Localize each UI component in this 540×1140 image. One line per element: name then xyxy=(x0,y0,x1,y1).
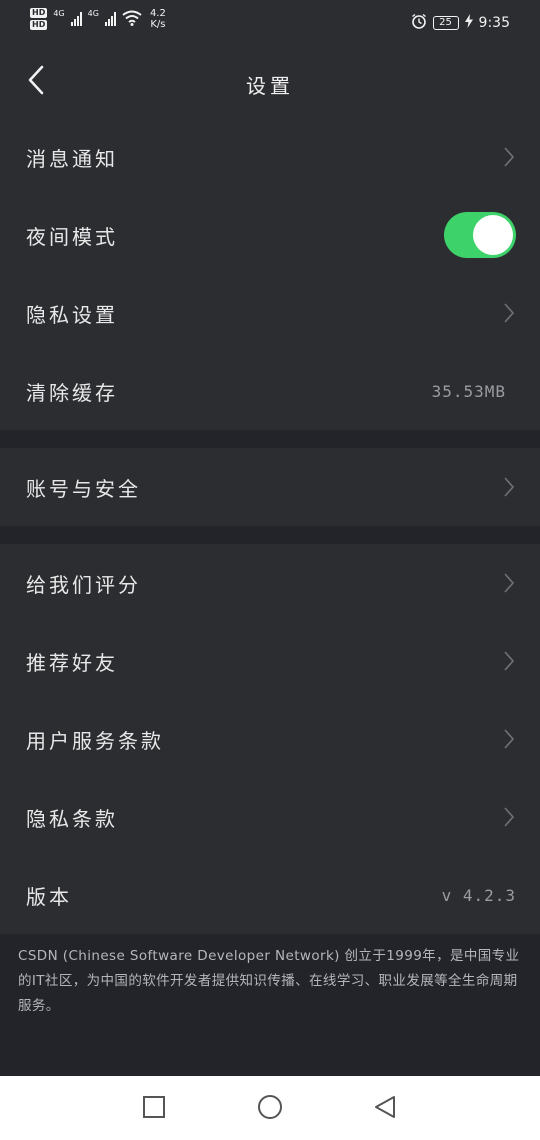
home-button[interactable] xyxy=(255,1094,285,1124)
row-label: 清除缓存 xyxy=(26,380,118,405)
chevron-right-icon xyxy=(502,302,516,324)
settings-row-user-terms[interactable]: 用户服务条款 xyxy=(0,700,540,778)
settings-group-account: 账号与安全 xyxy=(0,448,540,526)
charging-icon xyxy=(464,14,473,32)
network-type-1: 4G xyxy=(53,8,65,18)
chevron-right-icon xyxy=(502,146,516,168)
settings-row-version: 版本 v 4.2.3 xyxy=(0,856,540,934)
triangle-back-icon xyxy=(372,1094,398,1124)
network-speed-value: 4.2 xyxy=(149,8,166,19)
hd-badge-2: HD xyxy=(30,20,48,30)
chevron-right-icon xyxy=(502,806,516,828)
status-bar: HD HD 4G 4G 4.2 K/s 25 9:35 xyxy=(0,0,540,46)
row-label: 隐私设置 xyxy=(26,302,118,327)
system-nav-bar xyxy=(0,1076,540,1140)
toggle-knob xyxy=(473,215,513,255)
row-label: 隐私条款 xyxy=(26,806,118,831)
page-title: 设置 xyxy=(246,74,294,98)
alarm-icon xyxy=(411,13,427,33)
network-speed: 4.2 K/s xyxy=(150,8,166,30)
network-type-2: 4G xyxy=(87,8,99,18)
row-label: 用户服务条款 xyxy=(26,728,164,753)
settings-row-notifications[interactable]: 消息通知 xyxy=(0,118,540,196)
about-description: CSDN (Chinese Software Developer Network… xyxy=(18,948,520,1014)
hd-indicators: HD HD xyxy=(30,8,48,30)
row-label: 夜间模式 xyxy=(26,224,118,249)
header-bar: 设置 xyxy=(0,46,540,118)
chevron-right-icon xyxy=(502,650,516,672)
chevron-right-icon xyxy=(502,728,516,750)
settings-row-account-security[interactable]: 账号与安全 xyxy=(0,448,540,526)
settings-row-night-mode: 夜间模式 xyxy=(0,196,540,274)
settings-row-rate-us[interactable]: 给我们评分 xyxy=(0,544,540,622)
cell-signal-icon xyxy=(70,12,82,26)
row-label: 推荐好友 xyxy=(26,650,118,675)
night-mode-toggle[interactable] xyxy=(444,212,516,258)
settings-group-general: 消息通知 夜间模式 隐私设置 清除缓存 35.53MB xyxy=(0,118,540,430)
back-nav-button[interactable] xyxy=(370,1094,400,1124)
chevron-right-icon xyxy=(502,476,516,498)
settings-row-clear-cache[interactable]: 清除缓存 35.53MB xyxy=(0,352,540,430)
wifi-icon xyxy=(122,10,142,29)
row-label: 版本 xyxy=(26,884,72,909)
cell-signal-icon-2 xyxy=(104,12,116,26)
status-bar-left: HD HD 4G 4G 4.2 K/s xyxy=(30,8,166,30)
network-speed-unit: K/s xyxy=(150,19,166,30)
row-label: 账号与安全 xyxy=(26,476,141,501)
settings-row-privacy-settings[interactable]: 隐私设置 xyxy=(0,274,540,352)
status-bar-right: 25 9:35 xyxy=(411,13,510,33)
settings-row-privacy-terms[interactable]: 隐私条款 xyxy=(0,778,540,856)
clock-time: 9:35 xyxy=(478,15,510,31)
chevron-right-icon xyxy=(502,572,516,594)
settings-group-about: 给我们评分 推荐好友 用户服务条款 隐私条款 版本 v 4.2.3 xyxy=(0,544,540,934)
settings-row-recommend-friends[interactable]: 推荐好友 xyxy=(0,622,540,700)
circle-icon xyxy=(257,1094,283,1124)
square-icon xyxy=(142,1095,166,1123)
recent-apps-button[interactable] xyxy=(139,1094,169,1124)
row-label: 消息通知 xyxy=(26,146,118,171)
row-label: 给我们评分 xyxy=(26,572,141,597)
hd-badge-1: HD xyxy=(30,8,48,18)
cache-size-value: 35.53MB xyxy=(431,381,506,401)
version-value: v 4.2.3 xyxy=(441,885,516,905)
battery-level: 25 xyxy=(432,16,459,30)
